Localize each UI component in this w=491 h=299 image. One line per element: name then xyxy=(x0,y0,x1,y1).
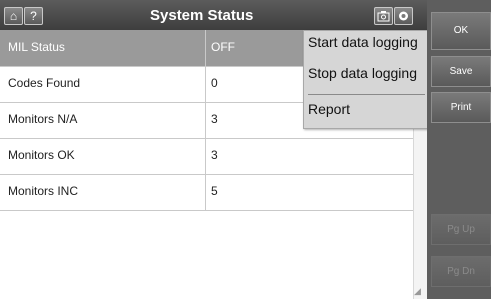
row-value: 0 xyxy=(211,76,218,90)
row-name: Codes Found xyxy=(8,76,81,90)
row-name: Monitors N/A xyxy=(8,112,78,126)
row-value: 3 xyxy=(211,112,218,126)
ok-button[interactable]: OK xyxy=(431,12,491,50)
camera-icon[interactable] xyxy=(374,7,393,25)
menu-item-report[interactable]: Report xyxy=(308,101,350,117)
table-row[interactable]: Monitors INC 5 xyxy=(0,174,413,211)
table-row[interactable]: Monitors OK 3 xyxy=(0,138,413,175)
row-name: Monitors INC xyxy=(8,184,79,198)
row-value: 3 xyxy=(211,148,218,162)
title-bar: ⌂ ? System Status xyxy=(0,0,427,30)
home-icon[interactable]: ⌂ xyxy=(4,7,23,25)
menu-separator xyxy=(308,94,425,95)
header-value: OFF xyxy=(211,40,235,54)
side-button-panel: OK Save Print Pg Up Pg Dn xyxy=(427,0,491,299)
print-button[interactable]: Print xyxy=(431,92,491,123)
page-up-button[interactable]: Pg Up xyxy=(431,214,491,245)
gear-icon[interactable] xyxy=(394,7,413,25)
page-title: System Status xyxy=(150,7,254,24)
help-icon[interactable]: ? xyxy=(24,7,43,25)
row-name: Monitors OK xyxy=(8,148,75,162)
menu-item-stop-logging[interactable]: Stop data logging xyxy=(308,65,417,81)
resize-grip-icon: ◢ xyxy=(414,286,421,296)
header-name: MIL Status xyxy=(8,40,65,54)
data-logging-menu: Start data logging Stop data logging Rep… xyxy=(303,30,430,129)
menu-item-start-logging[interactable]: Start data logging xyxy=(308,34,418,50)
column-divider xyxy=(205,30,206,210)
save-button[interactable]: Save xyxy=(431,56,491,87)
page-down-button[interactable]: Pg Dn xyxy=(431,256,491,287)
row-value: 5 xyxy=(211,184,218,198)
